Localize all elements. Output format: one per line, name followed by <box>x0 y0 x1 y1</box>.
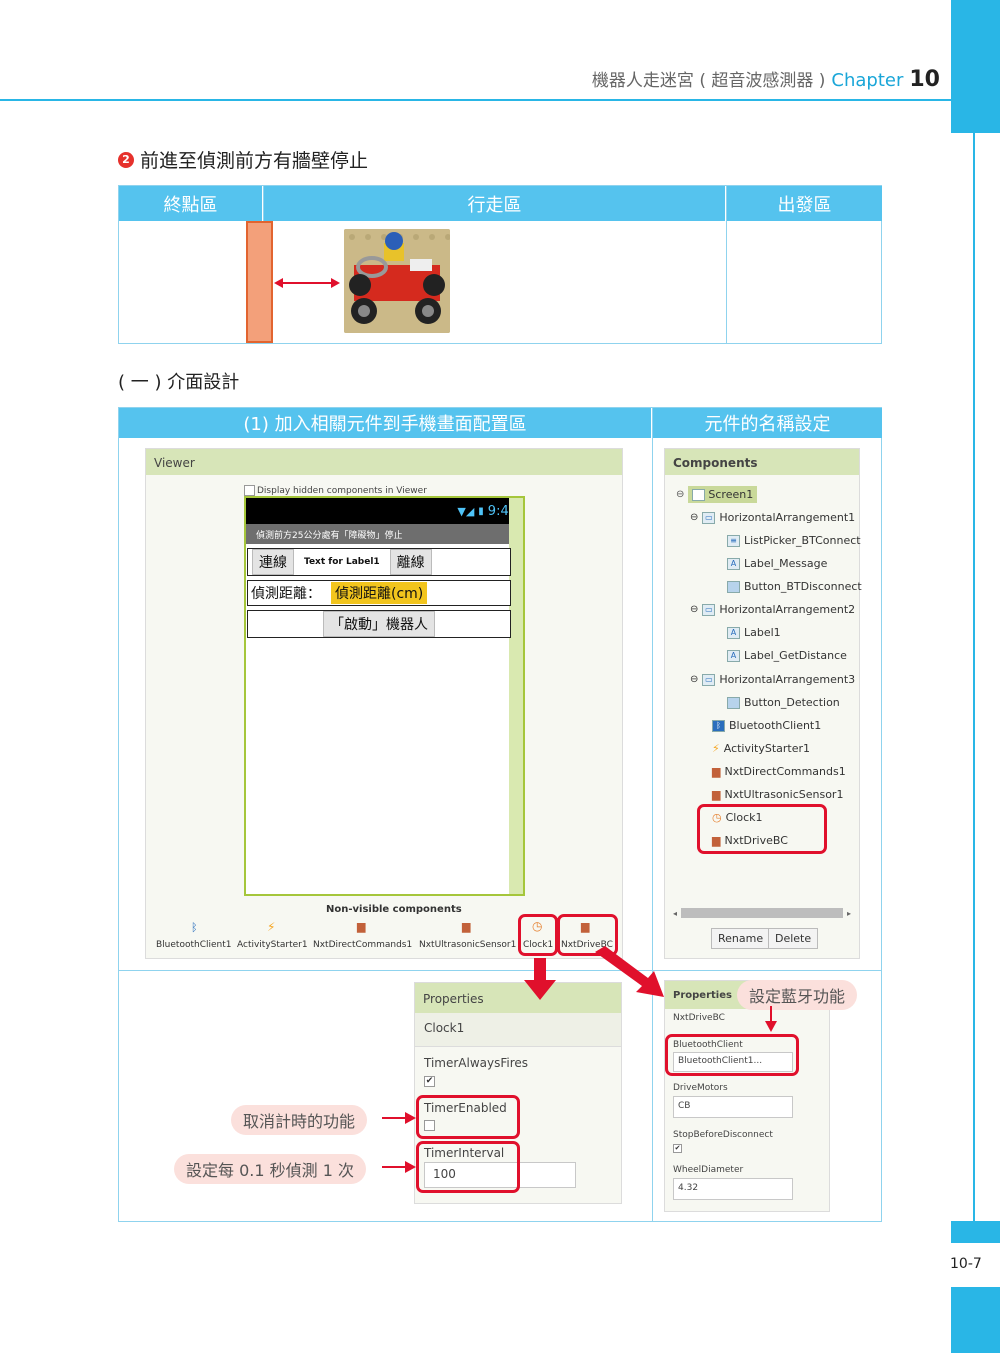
arrow-to-timer-enabled <box>382 1112 416 1124</box>
arrow-to-timer-interval <box>382 1161 416 1173</box>
arrow-drive-to-props <box>595 946 664 997</box>
arrow-clock-to-props <box>524 958 556 1000</box>
annotation-arrows <box>382 946 777 1173</box>
arrow-to-bluetooth-client <box>765 1006 777 1032</box>
